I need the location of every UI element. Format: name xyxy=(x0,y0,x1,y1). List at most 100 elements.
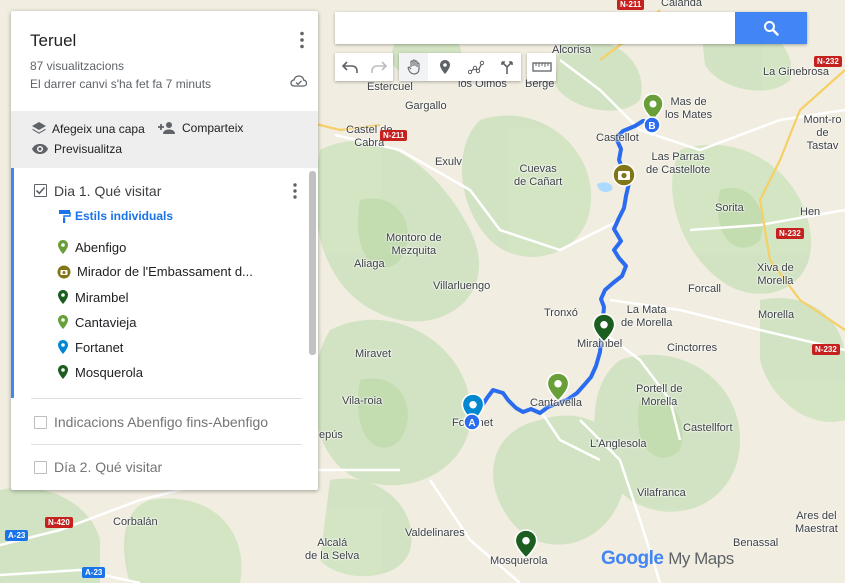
draw-toolbar xyxy=(399,53,521,81)
pan-button[interactable] xyxy=(399,53,428,81)
undo-button[interactable] xyxy=(335,53,364,81)
individual-styles-label: Estils individuals xyxy=(75,209,174,223)
camera-marker-icon xyxy=(57,265,71,278)
search-button[interactable] xyxy=(735,12,807,44)
view-count: 87 visualitzacions xyxy=(30,59,125,73)
place-label: Alcorisa xyxy=(552,44,592,56)
marker-cantavieja[interactable] xyxy=(546,372,570,402)
panel-actions: Afegeix una capa Comparteix Previsualitz… xyxy=(11,111,318,168)
draw-line-icon xyxy=(467,60,484,75)
place-label: Vilafranca xyxy=(637,487,686,499)
route-end-marker-b[interactable]: B xyxy=(643,116,661,134)
cloud-saved-icon xyxy=(290,75,307,87)
ruler-icon xyxy=(531,62,552,72)
measure-button[interactable] xyxy=(527,53,556,81)
add-layer-button[interactable]: Afegeix una capa xyxy=(31,121,145,136)
road-badge: A-23 xyxy=(5,530,29,541)
place-label: Cinctorres xyxy=(667,342,718,354)
svg-text:A: A xyxy=(468,418,475,429)
google-my-maps-logo: Google My Maps xyxy=(601,548,734,570)
layer-item[interactable]: Mirador de l'Embassament d... xyxy=(57,264,253,279)
divider xyxy=(31,444,302,445)
history-toolbar xyxy=(335,53,393,81)
place-label: La Mata de Morella xyxy=(621,304,673,329)
place-label: Alcalá de la Selva xyxy=(305,537,360,562)
layer-day2-title[interactable]: Día 2. Qué visitar xyxy=(54,459,162,475)
preview-button[interactable]: Previsualitza xyxy=(31,142,122,156)
place-label: Xiva de Morella xyxy=(757,262,794,287)
place-label: Miravet xyxy=(355,348,392,360)
place-label: La Ginebrosa xyxy=(763,66,830,78)
individual-styles-link[interactable]: Estils individuals xyxy=(58,209,173,223)
google-logo-text: Google xyxy=(601,548,664,569)
place-label: Valdelinares xyxy=(405,527,465,539)
place-label: Estercuel xyxy=(367,81,413,93)
route-start-marker-a[interactable]: A xyxy=(463,413,481,431)
marker-mosquerola[interactable] xyxy=(514,529,538,559)
redo-icon xyxy=(370,61,387,73)
preview-label: Previsualitza xyxy=(54,142,123,156)
layer-item[interactable]: Fortanet xyxy=(57,339,123,355)
place-label: Mont-ro de Tastav xyxy=(803,114,842,152)
marker-icon xyxy=(439,60,450,74)
map-options-menu-icon[interactable] xyxy=(300,31,304,49)
add-marker-button[interactable] xyxy=(430,53,459,81)
eye-icon xyxy=(32,144,48,154)
add-person-icon xyxy=(158,122,175,134)
road-badge: A-23 xyxy=(82,567,106,578)
my-maps-logo-text: My Maps xyxy=(668,549,734,568)
road-badge: N-232 xyxy=(814,56,842,67)
search-box xyxy=(335,12,807,44)
place-label: Villarluengo xyxy=(433,280,491,292)
share-button[interactable]: Comparteix xyxy=(157,121,243,135)
share-label: Comparteix xyxy=(182,121,244,135)
last-change-status: El darrer canvi s'ha fet fa 7 minuts xyxy=(30,77,212,91)
pin-blue-icon xyxy=(58,340,68,354)
place-label: Cuevas de Cañart xyxy=(514,163,563,188)
pin-green-light-icon xyxy=(58,315,68,329)
place-label: Corbalán xyxy=(113,516,158,528)
layer-item[interactable]: Cantavieja xyxy=(57,314,136,330)
place-label: L'Anglesola xyxy=(590,438,647,450)
panel-scrollbar[interactable] xyxy=(309,171,316,355)
layer-options-menu-icon[interactable] xyxy=(293,183,297,199)
directions-icon xyxy=(500,61,513,74)
map-title[interactable]: Teruel xyxy=(30,31,76,51)
road-badge: N-232 xyxy=(776,228,804,239)
marker-mirador-camera[interactable] xyxy=(611,162,637,188)
checkmark-icon xyxy=(35,186,46,195)
redo-button[interactable] xyxy=(364,53,393,81)
place-label: Aliaga xyxy=(354,258,385,270)
layer-item-label: Mosquerola xyxy=(75,364,143,380)
layer-day1-title[interactable]: Dia 1. Qué visitar xyxy=(54,183,161,199)
place-label: Castellot xyxy=(596,132,639,144)
layer-directions-title[interactable]: Indicacions Abenfigo fins-Abenfigo xyxy=(54,414,268,430)
map-legend-panel: Teruel 87 visualitzacions El darrer canv… xyxy=(11,11,318,490)
road-badge: N-211 xyxy=(617,0,645,10)
draw-line-button[interactable] xyxy=(461,53,490,81)
road-badge: N-232 xyxy=(812,344,840,355)
search-input[interactable] xyxy=(335,12,745,44)
layer-item-label: Mirambel xyxy=(75,289,129,305)
divider xyxy=(31,398,302,399)
road-badge: N-211 xyxy=(380,130,408,141)
layer-item[interactable]: Mosquerola xyxy=(57,364,143,380)
svg-text:B: B xyxy=(648,121,655,132)
layer-day2-checkbox[interactable] xyxy=(34,461,47,474)
place-label: epús xyxy=(319,429,343,441)
undo-icon xyxy=(341,61,358,73)
layer-item[interactable]: Mirambel xyxy=(57,289,128,305)
road-badge: N-420 xyxy=(45,517,73,528)
add-layer-label: Afegeix una capa xyxy=(52,121,145,136)
layer-item-label: Mirador de l'Embassament d... xyxy=(77,264,253,279)
layer-directions-checkbox[interactable] xyxy=(34,416,47,429)
layer-item[interactable]: Abenfigo xyxy=(57,239,126,255)
directions-button[interactable] xyxy=(492,53,521,81)
place-label: Ares del Maestrat xyxy=(795,510,838,535)
layer-day1-checkbox[interactable] xyxy=(34,184,47,197)
layer-day1 xyxy=(11,168,311,398)
place-label: Hen xyxy=(800,206,821,218)
pin-green-dark-icon xyxy=(58,365,68,379)
marker-mirambel[interactable] xyxy=(592,313,616,343)
place-label: Castellfort xyxy=(683,422,733,434)
